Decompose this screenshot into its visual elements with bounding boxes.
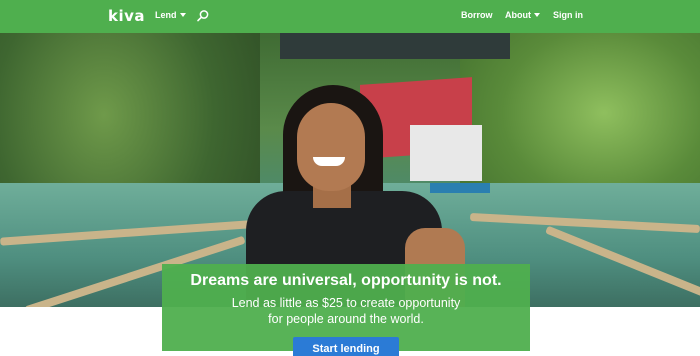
top-navigation-bar: kiva Lend Borrow About Sign in — [0, 0, 700, 33]
woman-face — [297, 103, 365, 191]
hero-headline: Dreams are universal, opportunity is not… — [190, 272, 502, 289]
sign-in-link[interactable]: Sign in — [553, 10, 583, 20]
search-icon — [197, 10, 209, 22]
about-menu-label: About — [505, 10, 531, 20]
boat-trim — [430, 183, 490, 193]
about-menu[interactable]: About — [505, 10, 540, 20]
kiva-logo[interactable]: kiva — [108, 7, 145, 25]
hero-subheadline: Lend as little as $25 to create opportun… — [162, 295, 530, 327]
start-lending-button[interactable]: Start lending — [293, 337, 399, 356]
woman-smile — [313, 157, 345, 166]
chevron-down-icon — [179, 13, 186, 17]
chevron-down-icon — [534, 13, 540, 17]
borrow-link[interactable]: Borrow — [461, 10, 493, 20]
boat-cabin-wall — [410, 125, 482, 181]
hero-subheadline-line-2: for people around the world. — [268, 312, 424, 326]
boat-canopy — [280, 33, 510, 59]
search-button[interactable] — [196, 9, 210, 23]
lend-menu-label: Lend — [155, 10, 177, 20]
hero-subheadline-line-1: Lend as little as $25 to create opportun… — [231, 296, 461, 310]
lend-menu[interactable]: Lend — [155, 10, 186, 20]
